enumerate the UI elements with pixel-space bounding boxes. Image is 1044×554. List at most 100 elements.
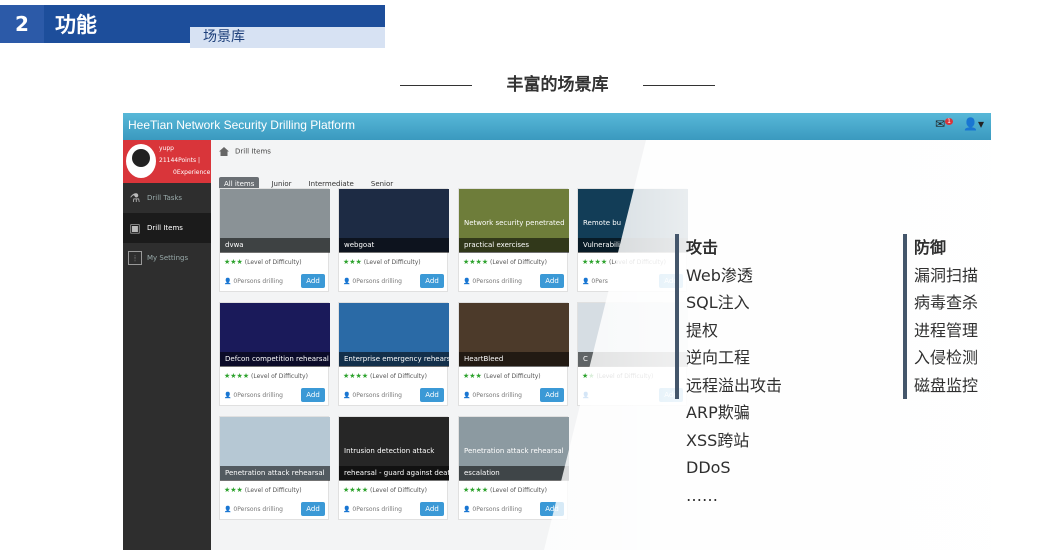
drill-card[interactable]: Intrusion detection attack rehearsal - gu… — [338, 416, 449, 520]
star-icons: ★★★★ — [582, 258, 608, 266]
mail-badge: 1 — [945, 118, 953, 125]
difficulty-rating: ★★★★ (Level of Difficulty) — [343, 486, 427, 494]
difficulty-label: (Level of Difficulty) — [490, 487, 547, 494]
drill-card-title: Defcon competition rehearsal — [220, 352, 330, 367]
add-button[interactable]: Add — [301, 388, 325, 402]
page-heading: 丰富的场景库 — [400, 74, 715, 96]
drill-card[interactable]: Remote bu Vulnerabili ★★★★ (Level of Diffi… — [577, 188, 688, 292]
drill-card-image-text: Network security penetrated — [464, 219, 565, 227]
breadcrumb-current: Drill Items — [235, 147, 271, 156]
main-content: Drill Items All items Junior Intermediat… — [211, 140, 991, 550]
star-icons: ★★★ — [343, 258, 362, 266]
heading-rule-right — [643, 85, 715, 86]
add-button[interactable]: Add — [540, 502, 564, 516]
attack-item: 远程溢出攻击 — [686, 375, 783, 395]
flask-icon: ⚗ — [129, 191, 141, 205]
persons-count: 0Persons drilling — [352, 278, 402, 285]
add-button[interactable]: Add — [420, 388, 444, 402]
persons-drilling: 👤 — [582, 392, 589, 399]
star-icons: ★★★★ — [343, 486, 369, 494]
star-icons: ★★★★ — [224, 372, 250, 380]
difficulty-label: (Level of Difficulty) — [244, 259, 302, 266]
slide: 2 功能 场景库 丰富的场景库 HeeTian Network Security… — [0, 0, 1044, 554]
persons-count: 0Persons drilling — [472, 506, 522, 513]
star-icons: ★★★★ — [343, 372, 369, 380]
person-icon: 👤 — [343, 278, 351, 285]
defense-item: 进程管理 — [914, 320, 979, 340]
user-panel: yupp 21144Points | 0Experience — [123, 140, 211, 183]
difficulty-rating: ★★★ (Level of Difficulty) — [343, 258, 421, 266]
drill-card[interactable]: Defcon competition rehearsal ★★★★ (Level … — [219, 302, 330, 406]
person-icon: 👤 — [463, 506, 471, 513]
difficulty-label: (Level of Difficulty) — [244, 487, 302, 494]
home-icon[interactable] — [219, 147, 229, 156]
section-title: 功能 — [55, 13, 97, 37]
star-icons: ★★★ — [224, 486, 243, 494]
difficulty-label: (Level of Difficulty) — [483, 373, 541, 380]
star-icons: ★★★★ — [463, 486, 489, 494]
sidebar: yupp 21144Points | 0Experience ⚗ Drill T… — [123, 140, 211, 550]
person-icon: 👤 — [463, 278, 471, 285]
drill-card[interactable]: Penetration attack rehearsal escalation ★★… — [458, 416, 569, 520]
persons-count: 0Persons drilling — [472, 278, 522, 285]
heading-text: 丰富的场景库 — [506, 75, 609, 95]
drill-card[interactable]: Network security penetrated practical exe… — [458, 188, 569, 292]
mail-icon[interactable]: ✉ 1 — [935, 117, 953, 131]
drill-card[interactable]: webgoat ★★★ (Level of Difficulty) 👤 0Perso… — [338, 188, 449, 292]
persons-count: 0Pers — [591, 278, 608, 285]
persons-drilling: 👤 0Persons drilling — [224, 506, 283, 513]
difficulty-rating: ★★★ (Level of Difficulty) — [463, 372, 541, 380]
drill-card[interactable]: HeartBleed ★★★ (Level of Difficulty) 👤 0Pe… — [458, 302, 569, 406]
add-button[interactable]: Add — [540, 274, 564, 288]
persons-count: 0Persons drilling — [233, 278, 283, 285]
difficulty-label: (Level of Difficulty) — [596, 373, 654, 380]
add-button[interactable]: Add — [301, 502, 325, 516]
heading-rule-left — [400, 85, 472, 86]
defense-item: 入侵检测 — [914, 348, 979, 367]
app-topbar: HeeTian Network Security Drilling Platfo… — [123, 113, 991, 140]
person-icon: 👤 — [582, 278, 590, 285]
user-menu-icon[interactable]: 👤▾ — [963, 117, 984, 131]
drill-card-title: Vulnerabili — [578, 238, 688, 253]
attack-extra-item: ARP欺骗 — [686, 403, 750, 422]
drill-card[interactable]: dvwa ★★★ (Level of Difficulty) 👤 0Persons … — [219, 188, 330, 292]
persons-drilling: 👤 0Persons drilling — [224, 278, 283, 285]
persons-count: 0Persons drilling — [233, 392, 283, 399]
sidebar-item-label: My Settings — [147, 254, 189, 262]
person-icon: 👤 — [224, 278, 232, 285]
drill-card[interactable]: C ★★ (Level of Difficulty) 👤 Add — [577, 302, 688, 406]
drill-card-title: Enterprise emergency rehearsal — [339, 352, 449, 367]
drill-card[interactable]: Enterprise emergency rehearsal ★★★★ (Leve… — [338, 302, 449, 406]
app-window: HeeTian Network Security Drilling Platfo… — [123, 113, 991, 550]
attack-item: SQL注入 — [686, 293, 750, 312]
add-button[interactable]: Add — [420, 274, 444, 288]
difficulty-rating: ★★★★ (Level of Difficulty) — [224, 372, 308, 380]
drill-card-image-text: Remote bu — [583, 219, 622, 227]
attack-list: 攻击 Web渗透 SQL注入 提权 逆向工程 远程溢出攻击 — [675, 234, 782, 399]
difficulty-rating: ★★★★ (Level of Difficulty) — [582, 258, 666, 266]
add-button[interactable]: Add — [540, 388, 564, 402]
persons-drilling: 👤 0Pers — [582, 278, 608, 285]
sidebar-item-label: Drill Items — [147, 224, 183, 232]
drill-card-title: webgoat — [339, 238, 449, 253]
defense-item: 磁盘监控 — [914, 375, 979, 395]
person-icon: 👤 — [224, 392, 232, 399]
user-name: yupp — [159, 145, 174, 152]
star-icons: ★★★ — [463, 372, 482, 380]
breadcrumb: Drill Items — [219, 147, 271, 156]
persons-drilling: 👤 0Persons drilling — [463, 392, 522, 399]
sidebar-item-label: Drill Tasks — [147, 194, 183, 202]
attack-extra-item: XSS跨站 — [686, 430, 750, 450]
sidebar-item-my-settings[interactable]: ⦙ My Settings — [123, 243, 211, 273]
drill-card[interactable]: Penetration attack rehearsal ★★★ (Level o… — [219, 416, 330, 520]
attack-extra-item: …… — [686, 485, 718, 505]
add-button[interactable]: Add — [301, 274, 325, 288]
person-icon: 👤 — [224, 506, 232, 513]
section-subtitle: 场景库 — [203, 29, 245, 45]
drill-card-title: C — [578, 352, 688, 367]
add-button[interactable]: Add — [420, 502, 444, 516]
sidebar-item-drill-tasks[interactable]: ⚗ Drill Tasks — [123, 183, 211, 213]
sidebar-item-drill-items[interactable]: ▣ Drill Items — [123, 213, 211, 243]
drill-card-title: dvwa — [220, 238, 330, 253]
defense-item: 病毒查杀 — [914, 293, 979, 312]
